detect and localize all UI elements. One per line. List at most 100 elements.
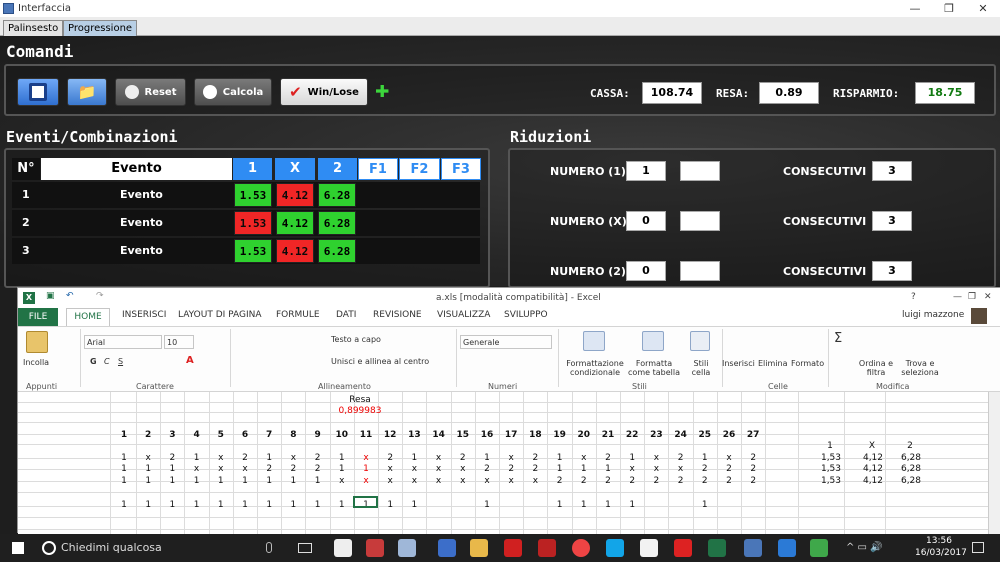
combo-cell[interactable]: 2 — [693, 476, 717, 486]
sum-icon[interactable]: Σ — [834, 331, 842, 346]
save-button[interactable] — [17, 78, 59, 106]
tab-dati[interactable]: DATI — [336, 310, 356, 320]
side-header-cell[interactable]: X — [860, 441, 884, 451]
cortana-icon[interactable] — [42, 541, 56, 555]
side-odd-cell[interactable]: 6,28 — [896, 464, 926, 474]
side-odd-cell[interactable]: 6,28 — [896, 476, 926, 486]
combo-cell[interactable]: x — [427, 464, 451, 474]
odd-1[interactable]: 1.53 — [234, 239, 272, 263]
elimina-button[interactable]: Elimina — [758, 359, 788, 368]
combo-cell[interactable]: x — [330, 476, 354, 486]
combo-cell[interactable]: 1 — [136, 464, 160, 474]
combo-cell[interactable]: 2 — [475, 464, 499, 474]
numero-input[interactable]: 0 — [626, 211, 666, 231]
combo-cell[interactable]: 1 — [572, 464, 596, 474]
tab-sviluppo[interactable]: SVILUPPO — [504, 310, 548, 320]
combo-cell[interactable]: x — [378, 476, 402, 486]
odd-1[interactable]: 1.53 — [234, 183, 272, 207]
summary-cell[interactable]: 1 — [572, 500, 596, 510]
explorer-icon[interactable] — [470, 539, 488, 557]
trova-seleziona[interactable]: Trova e seleziona — [898, 359, 942, 377]
app-icon-3[interactable] — [438, 539, 456, 557]
app-icon-1[interactable] — [366, 539, 384, 557]
summary-cell[interactable]: 1 — [281, 500, 305, 510]
number-format-select[interactable]: Generale — [460, 335, 552, 349]
column-header-cell[interactable]: 22 — [620, 430, 644, 440]
column-header-cell[interactable]: 5 — [209, 430, 233, 440]
summary-cell[interactable]: 1 — [185, 500, 209, 510]
summary-cell[interactable]: 1 — [693, 500, 717, 510]
stili-cella[interactable]: Stili cella — [684, 359, 718, 377]
store-icon[interactable] — [334, 539, 352, 557]
combo-cell[interactable]: x — [136, 453, 160, 463]
app-icon-2[interactable] — [398, 539, 416, 557]
column-header-cell[interactable]: 14 — [427, 430, 451, 440]
help-icon[interactable]: ? — [911, 292, 916, 302]
column-header-cell[interactable]: 4 — [185, 430, 209, 440]
side-header-cell[interactable]: 2 — [898, 441, 922, 451]
column-header-cell[interactable]: 21 — [596, 430, 620, 440]
side-odd-cell[interactable]: 1,53 — [816, 464, 846, 474]
side-odd-cell[interactable]: 1,53 — [816, 476, 846, 486]
combo-cell[interactable]: 1 — [354, 464, 378, 474]
calcola-button[interactable]: Calcola — [194, 78, 272, 106]
app-icon-8[interactable] — [810, 539, 828, 557]
tab-progressione[interactable]: Progressione — [63, 20, 138, 36]
combo-cell[interactable]: 1 — [257, 453, 281, 463]
combo-cell[interactable]: x — [209, 464, 233, 474]
combo-cell[interactable]: x — [499, 476, 523, 486]
italic-icon[interactable]: C — [104, 357, 110, 366]
combo-cell[interactable]: 1 — [281, 476, 305, 486]
summary-cell[interactable]: 1 — [378, 500, 402, 510]
combo-cell[interactable]: 2 — [306, 464, 330, 474]
side-odd-cell[interactable]: 1,53 — [816, 453, 846, 463]
column-header-cell[interactable]: 25 — [693, 430, 717, 440]
summary-cell[interactable]: 1 — [233, 500, 257, 510]
combo-cell[interactable]: x — [572, 453, 596, 463]
combo-cell[interactable]: 1 — [548, 464, 572, 474]
combo-cell[interactable]: 2 — [160, 453, 184, 463]
combo-cell[interactable]: 2 — [281, 464, 305, 474]
combo-cell[interactable]: 2 — [378, 453, 402, 463]
combo-cell[interactable]: 2 — [669, 453, 693, 463]
summary-cell[interactable]: 1 — [209, 500, 233, 510]
combo-cell[interactable]: 1 — [257, 476, 281, 486]
column-header-cell[interactable]: 3 — [160, 430, 184, 440]
numero-input[interactable]: 1 — [626, 161, 666, 181]
column-header-cell[interactable]: 19 — [548, 430, 572, 440]
tray-icons[interactable]: ^ ▭ 🔊 — [846, 542, 883, 553]
combo-cell[interactable]: 2 — [451, 453, 475, 463]
combo-cell[interactable]: x — [354, 453, 378, 463]
combo-cell[interactable]: x — [427, 453, 451, 463]
odd-1[interactable]: 1.53 — [234, 211, 272, 235]
combo-cell[interactable]: 1 — [160, 464, 184, 474]
testo-capo[interactable]: Testo a capo — [331, 335, 381, 344]
combo-cell[interactable]: x — [354, 476, 378, 486]
combo-cell[interactable]: 2 — [741, 464, 765, 474]
column-header-cell[interactable]: 18 — [523, 430, 547, 440]
column-header-cell[interactable]: 13 — [402, 430, 426, 440]
app-icon-5[interactable] — [674, 539, 692, 557]
column-header-cell[interactable]: 7 — [257, 430, 281, 440]
add-folder-button[interactable]: 📁 — [67, 78, 107, 106]
save-icon[interactable]: ▣ — [46, 291, 55, 301]
summary-cell[interactable]: 1 — [548, 500, 572, 510]
column-header-cell[interactable]: 9 — [306, 430, 330, 440]
numero-extra-input[interactable] — [680, 161, 720, 181]
combo-cell[interactable]: 2 — [306, 453, 330, 463]
app-icon-4[interactable] — [504, 539, 522, 557]
combo-cell[interactable]: 2 — [717, 464, 741, 474]
font-select[interactable]: Arial — [84, 335, 162, 349]
formato-button[interactable]: Formato — [791, 359, 824, 368]
combo-cell[interactable]: 1 — [185, 476, 209, 486]
excel-min-icon[interactable]: — — [953, 292, 962, 302]
combo-cell[interactable]: 1 — [209, 476, 233, 486]
add-icon[interactable]: ✚ — [375, 75, 389, 103]
resa-cell-value[interactable]: 0,899983 — [330, 406, 390, 416]
combo-cell[interactable]: x — [185, 464, 209, 474]
combo-cell[interactable]: 1 — [306, 476, 330, 486]
numero-extra-input[interactable] — [680, 261, 720, 281]
bold-icon[interactable]: G — [90, 357, 97, 366]
column-header-cell[interactable]: 8 — [281, 430, 305, 440]
summary-cell[interactable]: 1 — [136, 500, 160, 510]
